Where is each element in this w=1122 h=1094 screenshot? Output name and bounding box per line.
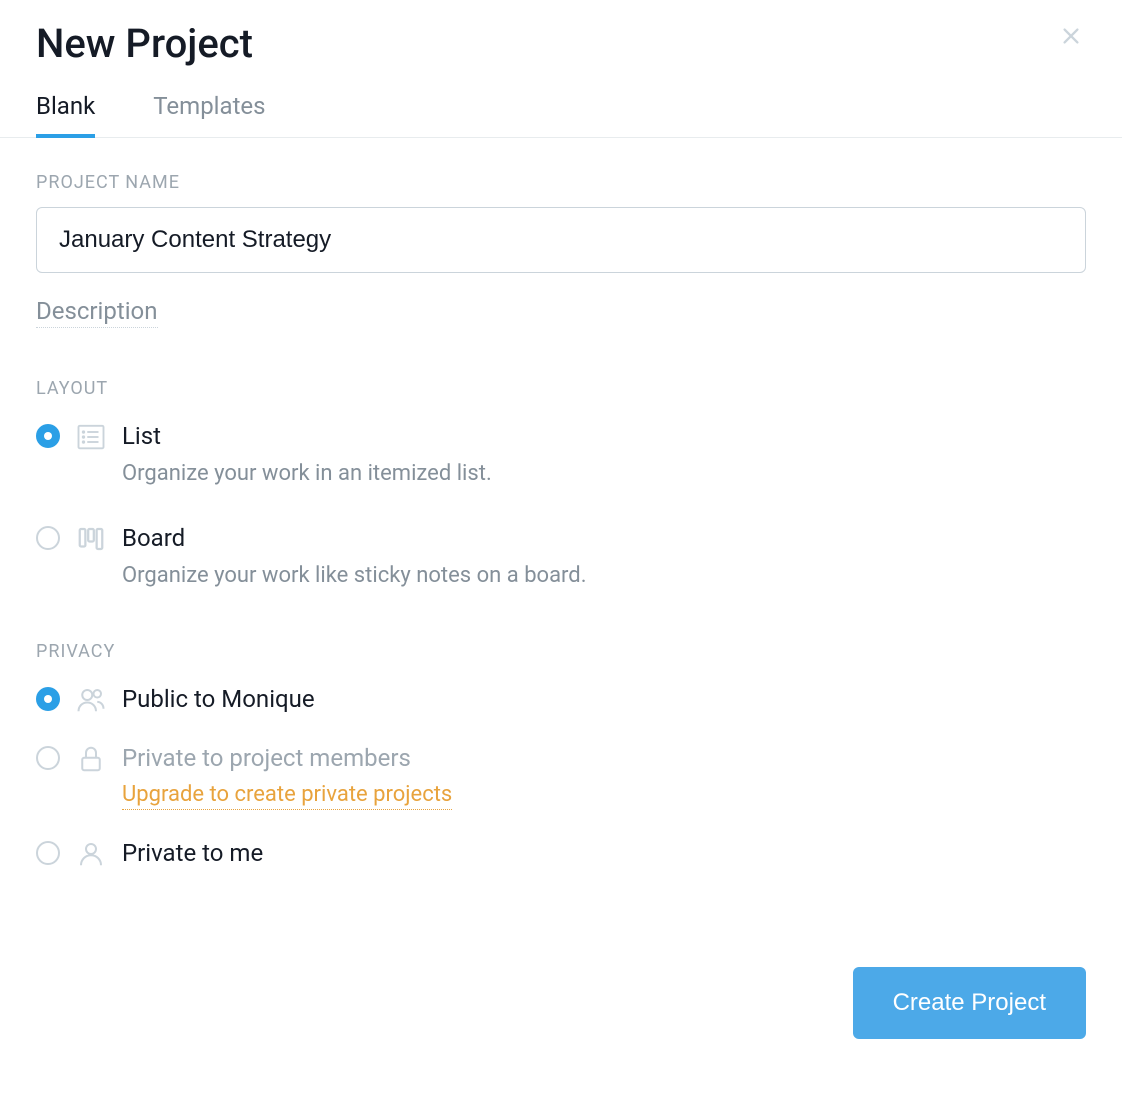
board-icon [76,524,106,554]
team-icon [76,685,106,715]
privacy-private-members-title: Private to project members [122,743,1086,774]
privacy-option-public: Public to Monique [36,684,1086,715]
lock-icon [76,744,106,774]
project-name-input[interactable] [36,207,1086,273]
tab-templates[interactable]: Templates [153,92,265,138]
radio-board[interactable] [36,526,60,550]
layout-board-title: Board [122,523,1086,554]
layout-option-list: List Organize your work in an itemized l… [36,421,1086,489]
privacy-public-title: Public to Monique [122,684,1086,715]
radio-private-me[interactable] [36,841,60,865]
tab-bar: Blank Templates [0,68,1122,138]
upgrade-link[interactable]: Upgrade to create private projects [122,782,452,810]
description-toggle[interactable]: Description [36,297,158,328]
project-name-label: PROJECT NAME [36,172,1086,193]
layout-list-title: List [122,421,1086,452]
radio-public[interactable] [36,687,60,711]
layout-option-board: Board Organize your work like sticky not… [36,523,1086,591]
privacy-section-label: PRIVACY [36,641,1086,662]
tab-blank[interactable]: Blank [36,92,95,138]
list-icon [76,422,106,452]
create-project-button[interactable]: Create Project [853,967,1086,1039]
radio-list[interactable] [36,424,60,448]
radio-private-members[interactable] [36,746,60,770]
privacy-private-me-title: Private to me [122,838,1086,869]
layout-section-label: LAYOUT [36,378,1086,399]
layout-list-desc: Organize your work in an itemized list. [122,460,1086,489]
modal-title: New Project [36,20,253,68]
privacy-option-private-members: Private to project members Upgrade to cr… [36,743,1086,810]
layout-board-desc: Organize your work like sticky notes on … [122,562,1086,591]
new-project-modal: New Project Blank Templates PROJECT NAME… [0,0,1122,1061]
privacy-option-private-me: Private to me [36,838,1086,869]
close-button[interactable] [1056,20,1086,56]
person-icon [76,839,106,869]
close-icon [1060,22,1082,53]
